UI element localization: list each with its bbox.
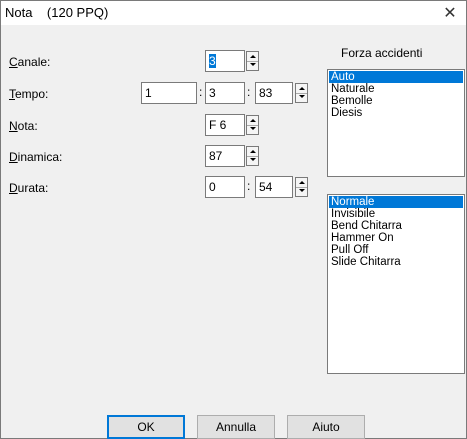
note-type-list-item[interactable]: Normale	[329, 196, 463, 208]
dinamica-field[interactable]: 87	[205, 145, 245, 167]
note-type-list-item[interactable]: Bend Chitarra	[329, 220, 463, 232]
spin-down-icon[interactable]	[296, 93, 307, 102]
accidents-listbox[interactable]: Auto Naturale Bemolle Diesis	[327, 69, 465, 177]
help-button[interactable]: Aiuto	[287, 415, 365, 439]
close-icon[interactable]: ✕	[442, 3, 458, 23]
durata-label: Durata:	[9, 181, 49, 195]
note-type-list-item[interactable]: Pull Off	[329, 244, 463, 256]
spin-down-icon[interactable]	[296, 187, 307, 196]
separator: :	[199, 85, 203, 99]
dinamica-spinner[interactable]	[246, 146, 259, 166]
note-type-list-item[interactable]: Slide Chitarra	[329, 256, 463, 268]
dinamica-label: Dinamica:	[9, 150, 63, 164]
separator: :	[247, 179, 251, 193]
note-type-listbox[interactable]: Normale Invisibile Bend Chitarra Hammer On P…	[327, 194, 465, 374]
accidents-list-item[interactable]: Bemolle	[329, 95, 463, 107]
accidents-list-item[interactable]: Diesis	[329, 107, 463, 119]
accidents-list-item[interactable]: Auto	[329, 71, 463, 83]
separator: :	[247, 85, 251, 99]
tempo-beat-field[interactable]: 3	[205, 82, 245, 104]
canale-spinner[interactable]	[246, 51, 259, 71]
note-type-list-item[interactable]: Invisibile	[329, 208, 463, 220]
spin-down-icon[interactable]	[247, 125, 258, 134]
durata-ticks-field[interactable]: 54	[255, 176, 293, 198]
tempo-bar-field[interactable]: 1	[141, 82, 197, 104]
spin-down-icon[interactable]	[247, 61, 258, 70]
accidents-list-item[interactable]: Naturale	[329, 83, 463, 95]
ok-button[interactable]: OK	[107, 415, 185, 439]
durata-spinner[interactable]	[295, 177, 308, 197]
note-dialog: Nota (120 PPQ) ✕ Canale: 3 Tempo: 1 : 3 …	[0, 0, 467, 439]
canale-value: 3	[209, 54, 216, 68]
durata-beats-field[interactable]: 0	[205, 176, 245, 198]
canale-field[interactable]: 3	[205, 50, 245, 72]
note-type-list-item[interactable]: Hammer On	[329, 232, 463, 244]
title-bar: Nota (120 PPQ) ✕	[1, 1, 466, 25]
tempo-spinner[interactable]	[295, 83, 308, 103]
tempo-tick-field[interactable]: 83	[255, 82, 293, 104]
cancel-button[interactable]: Annulla	[197, 415, 275, 439]
canale-label: Canale:	[9, 55, 51, 69]
nota-spinner[interactable]	[246, 115, 259, 135]
window-title: Nota (120 PPQ)	[5, 5, 109, 20]
nota-field[interactable]: F 6	[205, 114, 245, 136]
spin-down-icon[interactable]	[247, 156, 258, 165]
accidents-title: Forza accidenti	[341, 46, 423, 60]
nota-label: Nota:	[9, 119, 38, 133]
tempo-label: Tempo:	[9, 87, 49, 101]
